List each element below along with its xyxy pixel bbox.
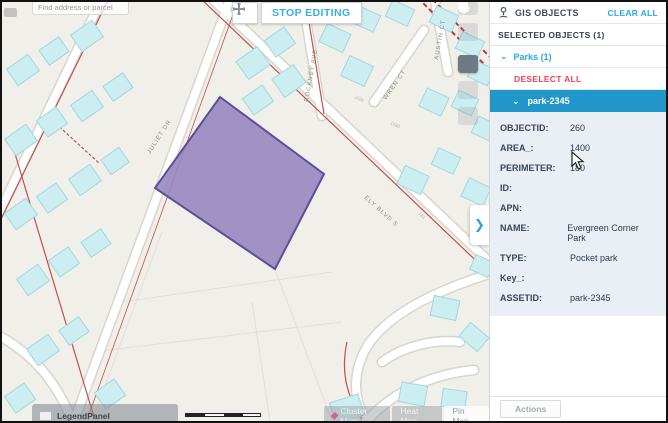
app-window: JULIET DR ELY BLVD S WREN CT ROCKNEY AVE… (0, 0, 668, 423)
attribute-value: park-2345 (570, 293, 611, 303)
crosshair-tool-button[interactable] (232, 2, 258, 24)
cluster-marker-icon (331, 411, 339, 419)
locate-button[interactable] (458, 23, 478, 41)
actions-button[interactable]: Actions (500, 400, 561, 418)
legend-panel-button[interactable]: LegendPanel (32, 404, 178, 421)
edit-toolbar: STOP EDITING (232, 2, 362, 24)
pin-map-button[interactable]: Pin Map (444, 406, 489, 421)
selected-item-row[interactable]: ⌄ park-2345 (490, 90, 666, 112)
clear-all-button[interactable]: CLEAR ALL (607, 8, 658, 18)
layers-button[interactable] (458, 55, 478, 73)
attribute-value: Evergreen Corner Park (567, 223, 656, 243)
measure-button[interactable] (458, 107, 478, 125)
gis-objects-icon (498, 7, 509, 19)
attribute-label: Key_: (500, 273, 570, 283)
attribute-row: Key_: (490, 268, 666, 288)
measure-icon (458, 2, 469, 13)
attribute-label: TYPE: (500, 253, 570, 263)
map-corner-widget[interactable] (4, 8, 17, 17)
attribute-row: OBJECTID: 260 (490, 118, 666, 138)
basemap-button[interactable] (458, 81, 478, 99)
actions-bar: Actions (490, 396, 666, 421)
attribute-label: PERIMETER: (500, 163, 570, 173)
heat-map-label: Heat Map (400, 406, 434, 422)
attribute-list: OBJECTID: 260 AREA_: 1400 PERIMETER: 180… (490, 112, 666, 316)
chevron-down-icon: ⌄ (512, 97, 520, 106)
attribute-label: ASSETID: (500, 293, 570, 303)
panel-title: GIS OBJECTS (515, 8, 607, 18)
attribute-value: Pocket park (570, 253, 618, 263)
panel-collapse-toggle[interactable]: ❯ (470, 205, 489, 245)
attribute-label: NAME: (500, 223, 567, 243)
heat-map-button[interactable]: Heat Map (392, 406, 442, 421)
crosshair-icon (232, 2, 246, 16)
chevron-down-icon: ⌄ (500, 52, 508, 61)
legend-panel-label: LegendPanel (57, 411, 110, 421)
panel-header: GIS OBJECTS CLEAR ALL (490, 2, 666, 24)
lot-number: 1026 (354, 94, 366, 103)
deselect-all-row[interactable]: DESELECT ALL (490, 68, 666, 90)
search-input[interactable] (38, 3, 123, 12)
legend-icon (40, 412, 51, 420)
map-canvas[interactable]: JULIET DR ELY BLVD S WREN CT ROCKNEY AVE… (2, 2, 489, 421)
attribute-row: TYPE: Pocket park (490, 248, 666, 268)
cluster-map-label: Cluster Map (340, 406, 382, 422)
street-label-ely: ELY BLVD S (363, 195, 399, 228)
chevron-right-icon: ❯ (474, 217, 485, 233)
lot-number: 1030 (390, 120, 402, 129)
attribute-row: APN: (490, 198, 666, 218)
attribute-row: NAME: Evergreen Corner Park (490, 218, 666, 248)
selected-objects-header: SELECTED OBJECTS (1) (490, 24, 666, 46)
group-label: Parks (1) (514, 52, 552, 62)
group-row-parks[interactable]: ⌄ Parks (1) (490, 46, 666, 68)
map-scale-bar (185, 413, 261, 417)
attribute-value: 260 (570, 123, 585, 133)
map-area[interactable]: JULIET DR ELY BLVD S WREN CT ROCKNEY AVE… (2, 2, 489, 421)
map-mode-buttons: Cluster Map Heat Map Pin Map (324, 406, 489, 421)
cluster-map-button[interactable]: Cluster Map (324, 406, 390, 421)
attribute-label: APN: (500, 203, 570, 213)
mouse-cursor (571, 151, 586, 171)
selected-objects-label: SELECTED OBJECTS (1) (498, 30, 605, 40)
attribute-row: ID: (490, 178, 666, 198)
gis-objects-panel: GIS OBJECTS CLEAR ALL SELECTED OBJECTS (… (489, 2, 666, 421)
deselect-all-button[interactable]: DESELECT ALL (498, 74, 582, 84)
pin-map-label: Pin Map (452, 406, 481, 422)
map-control-stack (458, 2, 478, 133)
attribute-label: OBJECTID: (500, 123, 570, 133)
selected-item-label: park-2345 (528, 96, 570, 106)
stop-editing-button[interactable]: STOP EDITING (261, 2, 362, 24)
map-search-box[interactable] (32, 2, 129, 15)
attribute-row: ASSETID: park-2345 (490, 288, 666, 308)
attribute-label: ID: (500, 183, 570, 193)
attribute-label: AREA_: (500, 143, 570, 153)
